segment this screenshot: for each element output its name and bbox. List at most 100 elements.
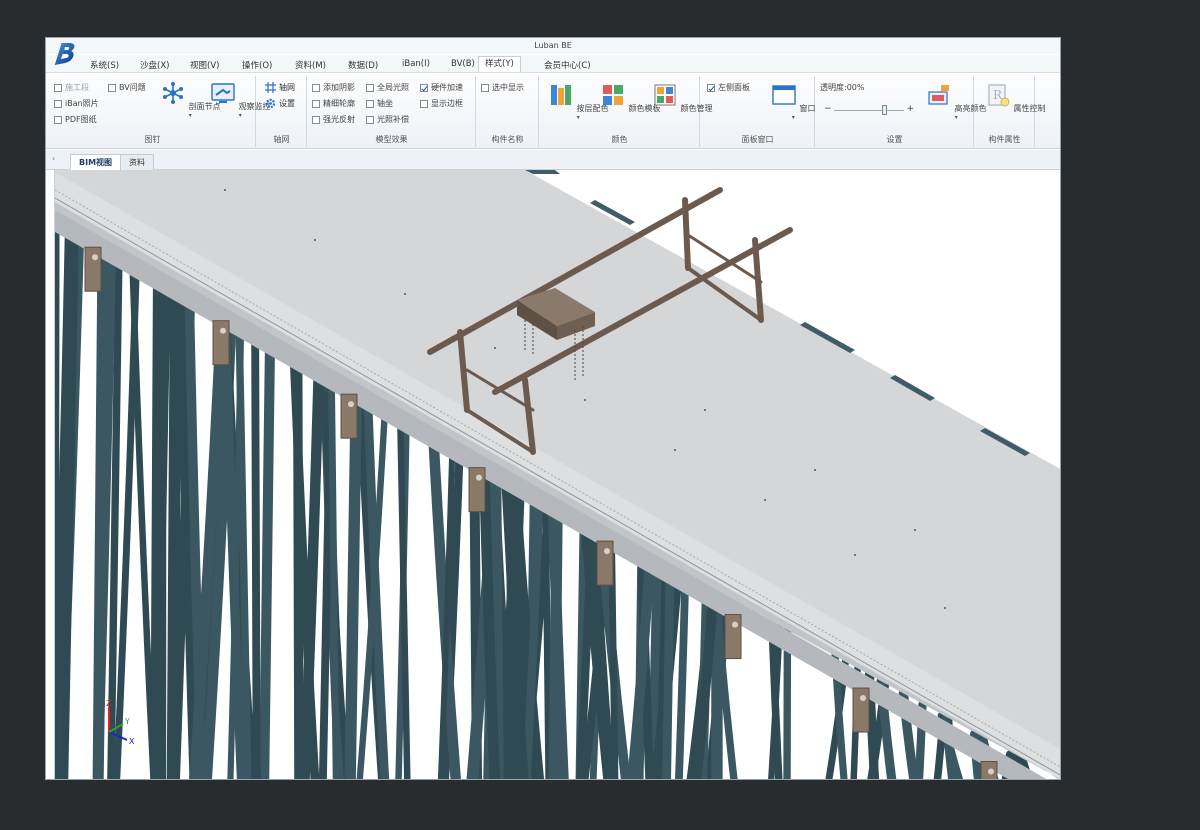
axis-z-label: Z — [106, 699, 112, 708]
view-tab-strip: ‹ BIM视图 资料 — [46, 150, 1060, 170]
slider-track — [834, 110, 904, 111]
property-icon: R — [988, 84, 1010, 107]
group-model-effect: 添加阴影 全局光照 硬件加速 精细轮廓 轴坐 显示边框 强光反射 光照补偿 模型… — [308, 76, 476, 147]
pile-bracket — [596, 540, 614, 586]
pile-bracket — [84, 246, 102, 292]
menu-bv[interactable]: BV(B) — [451, 59, 475, 69]
group-label-pushpin: 图钉 — [144, 135, 161, 144]
slider-minus-icon[interactable]: − — [824, 104, 832, 114]
window-icon — [772, 85, 796, 105]
check-light-compensation[interactable]: 光照补偿 — [366, 114, 409, 125]
bracket-bolt — [732, 621, 738, 628]
app-window: Luban BE 系统(S) 沙盘(X) 视图(V) 操作(O) 资料(M) 数… — [45, 37, 1061, 780]
pile-bracket — [468, 467, 486, 513]
menu-style[interactable]: 样式(Y) — [478, 56, 521, 72]
menu-sandbox[interactable]: 沙盘(X) — [140, 59, 169, 71]
bim-viewport[interactable]: Z X Y — [54, 170, 1061, 780]
check-show-selected[interactable]: 选中显示 — [481, 82, 524, 93]
color-manage-icon — [654, 84, 676, 106]
pile-column — [662, 556, 675, 779]
window-title: Luban BE — [534, 41, 572, 50]
pile-column — [259, 327, 276, 779]
check-hardware-accel[interactable]: 硬件加速 — [420, 82, 463, 93]
app-logo-icon[interactable] — [52, 41, 78, 67]
check-left-panel[interactable]: 左侧面板 — [707, 82, 750, 93]
check-bv-issue[interactable]: BV问题 — [108, 82, 146, 93]
group-label-panel-window: 面板窗口 — [741, 135, 774, 144]
group-color: 按层配色 ▾ 颜色模板 颜色管理 颜色 — [540, 76, 713, 147]
ribbon: 施工段 BV问题 iBan照片 PDF图纸 剖面节点 ▾ 观察监控 ▾ 图钉 轴… — [46, 74, 1060, 149]
axis-gizmo-icon: Z X Y — [106, 699, 135, 746]
axis-y-label: Y — [124, 717, 130, 726]
camera-monitor-icon — [211, 83, 235, 103]
group-label-component-name: 构件名称 — [491, 135, 524, 144]
check-pdf-drawing[interactable]: PDF图纸 — [54, 114, 97, 125]
group-label-component-property: 构件属性 — [988, 135, 1021, 144]
grid-icon — [265, 82, 276, 93]
node-network-icon — [163, 82, 183, 104]
axis-grid-button[interactable]: 轴网 — [265, 82, 295, 93]
menu-material[interactable]: 资料(M) — [295, 59, 326, 71]
pile-column — [548, 490, 563, 779]
bracket-bolt — [348, 401, 354, 408]
pile-column — [495, 459, 504, 779]
group-panel-window: 左侧面板 窗口 ▾ 面板窗口 — [701, 76, 816, 147]
transparency-label: 透明度:00% — [820, 83, 865, 92]
group-label-settings: 设置 — [886, 135, 903, 144]
group-axis-grid: 轴网 设置 轴网 — [257, 76, 307, 147]
group-settings: 透明度:00% − + 高亮颜色 ▾ 设置 — [816, 76, 987, 147]
menu-bar: 系统(S) 沙盘(X) 视图(V) 操作(O) 资料(M) 数据(D) iBan… — [46, 55, 1060, 73]
pile-bracket — [212, 320, 230, 366]
menu-iban[interactable]: iBan(I) — [402, 59, 430, 69]
layer-color-icon — [551, 85, 571, 105]
window-button[interactable]: 窗口 ▾ — [771, 82, 816, 121]
color-template-icon — [603, 85, 623, 105]
bracket-bolt — [476, 474, 482, 481]
check-axis-coord[interactable]: 轴坐 — [366, 98, 393, 109]
gear-icon — [265, 98, 276, 109]
title-bar: Luban BE — [46, 38, 1060, 54]
check-add-shadow[interactable]: 添加阴影 — [312, 82, 355, 93]
check-show-border[interactable]: 显示边框 — [420, 98, 463, 109]
pile-column — [251, 320, 261, 779]
group-component-name: 选中显示 构件名称 — [477, 76, 539, 147]
bracket-bolt — [988, 768, 994, 775]
group-pushpin: 施工段 BV问题 iBan照片 PDF图纸 剖面节点 ▾ 观察监控 ▾ 图钉 — [50, 76, 271, 147]
pile-column — [327, 364, 340, 779]
group-label-axis: 轴网 — [273, 135, 290, 144]
check-fine-outline[interactable]: 精细轮廓 — [312, 98, 355, 109]
axis-x-label: X — [129, 737, 135, 746]
property-control-button[interactable]: R 属性控制 — [985, 82, 1046, 114]
pile-column — [150, 263, 164, 779]
tab-bim-view[interactable]: BIM视图 — [70, 154, 122, 170]
menu-system[interactable]: 系统(S) — [90, 59, 119, 71]
pile-bracket — [724, 614, 742, 660]
transparency-slider[interactable]: − + — [824, 104, 914, 116]
slider-plus-icon[interactable]: + — [906, 104, 914, 114]
menu-view[interactable]: 视图(V) — [190, 59, 219, 71]
check-construction-section[interactable]: 施工段 — [54, 82, 89, 93]
pile-bracket — [852, 687, 870, 733]
axis-settings-button[interactable]: 设置 — [265, 98, 295, 109]
tab-material[interactable]: 资料 — [120, 154, 154, 170]
bracket-bolt — [860, 695, 866, 702]
bracket-bolt — [604, 548, 610, 555]
group-label-model-effect: 模型效果 — [375, 135, 408, 144]
group-label-color: 颜色 — [611, 135, 628, 144]
menu-data[interactable]: 数据(D) — [348, 59, 378, 71]
check-strong-reflection[interactable]: 强光反射 — [312, 114, 355, 125]
pile-column — [292, 343, 304, 779]
pile-column — [344, 376, 363, 779]
tab-scroll-left-icon[interactable]: ‹ — [52, 154, 55, 163]
menu-operate[interactable]: 操作(O) — [242, 59, 272, 71]
bracket-bolt — [92, 254, 98, 261]
slider-thumb[interactable] — [881, 105, 887, 115]
check-iban-photo[interactable]: iBan照片 — [54, 98, 99, 109]
highlight-color-icon — [928, 85, 949, 105]
bridge-3d-model[interactable] — [55, 170, 1061, 780]
pile-bracket — [340, 393, 358, 439]
check-global-illumination[interactable]: 全局光照 — [366, 82, 409, 93]
bracket-bolt — [220, 327, 226, 334]
menu-member-center[interactable]: 会员中心(C) — [544, 59, 591, 71]
group-component-property: R 属性控制 构件属性 — [975, 76, 1046, 147]
